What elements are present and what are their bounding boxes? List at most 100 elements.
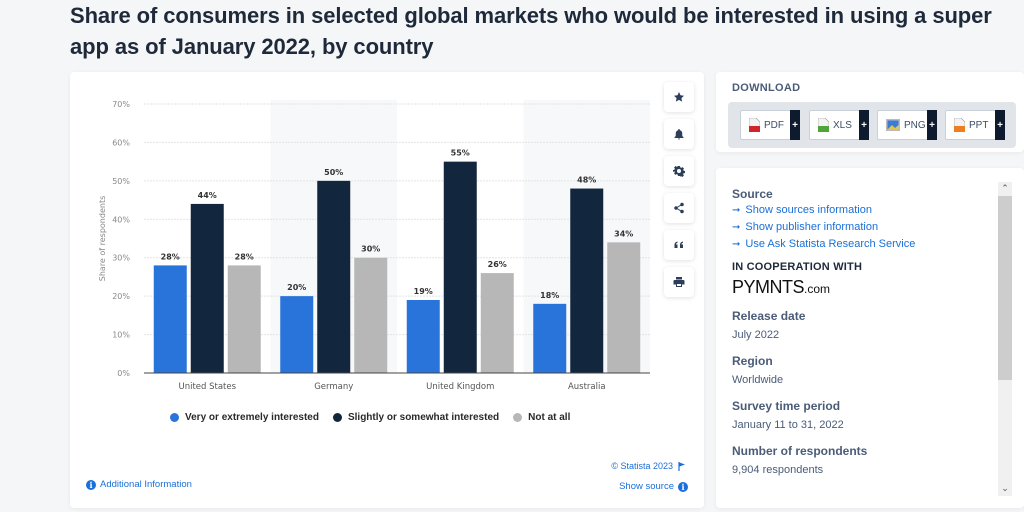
y-tick-label: 60%	[112, 138, 130, 147]
show-sources-link[interactable]: ➞ Show sources information	[732, 202, 992, 219]
data-label: 48%	[577, 176, 596, 185]
download-pdf-button[interactable]: PDF +	[740, 110, 800, 140]
bar	[570, 188, 604, 373]
download-title: DOWNLOAD	[732, 82, 801, 94]
statistic-info-panel: Source ➞ Show sources information ➞ Show…	[716, 168, 1024, 508]
bar	[190, 203, 224, 373]
plus-icon: +	[790, 110, 800, 140]
notification-button[interactable]	[664, 119, 694, 149]
x-tick-label: Germany	[314, 382, 353, 392]
release-date-value: July 2022	[732, 329, 780, 341]
settings-button[interactable]	[664, 156, 694, 186]
pdf-file-icon	[749, 118, 760, 132]
bar	[607, 242, 641, 373]
show-publisher-link[interactable]: ➞ Show publisher information	[732, 219, 992, 236]
statista-copyright-link[interactable]: © Statista 2023	[611, 461, 686, 471]
bar	[280, 296, 314, 373]
gear-icon	[673, 166, 685, 177]
y-tick-label: 30%	[112, 254, 130, 263]
data-label: 34%	[614, 229, 633, 238]
data-label: 20%	[287, 283, 306, 292]
x-tick-label: Australia	[568, 382, 606, 392]
y-tick-label: 40%	[112, 215, 130, 224]
respondents-heading: Number of respondents	[732, 444, 868, 458]
data-label: 26%	[488, 260, 507, 269]
scroll-up-icon[interactable]: ⌃	[998, 182, 1012, 196]
share-button[interactable]	[664, 193, 694, 223]
chart-legend: Very or extremely interested Slightly or…	[170, 412, 570, 423]
bar-chart: 0% 10% 20% 30% 40% 50% 60% 70% Share of responde…	[98, 100, 650, 392]
data-label: 55%	[451, 149, 470, 158]
arrow-right-icon: ➞	[732, 205, 741, 216]
bell-icon	[674, 129, 684, 140]
download-tray: PDF + XLS + PNG + PPT +	[728, 102, 1016, 148]
print-button[interactable]	[664, 267, 694, 297]
data-label: 18%	[540, 291, 559, 300]
legend-dot	[332, 413, 342, 422]
logo-suffix: .com	[804, 282, 831, 296]
legend-item-very-interested[interactable]: Very or extremely interested	[170, 412, 319, 423]
bar	[227, 265, 261, 373]
additional-information-label: Additional Information	[100, 479, 192, 490]
info-icon: i	[678, 481, 688, 492]
chart-card: 0% 10% 20% 30% 40% 50% 60% 70% Share of responde…	[70, 72, 704, 508]
logo-main: PYMNTS	[732, 277, 805, 297]
flag-icon	[678, 461, 685, 471]
page-title: Share of consumers in selected global ma…	[70, 3, 992, 59]
legend-dot	[170, 413, 179, 422]
star-icon	[674, 92, 684, 102]
region-heading: Region	[732, 354, 773, 368]
ppt-file-icon	[954, 118, 965, 132]
plus-icon: +	[859, 110, 869, 140]
y-tick-label: 10%	[112, 331, 130, 340]
info-icon: i	[86, 479, 96, 490]
scroll-down-icon[interactable]: ⌄	[998, 482, 1012, 496]
cooperation-heading: IN COOPERATION WITH	[732, 261, 863, 273]
additional-information-link[interactable]: i Additional Information	[86, 479, 192, 490]
legend-label: Slightly or somewhat interested	[347, 412, 500, 423]
bar	[354, 257, 388, 373]
data-label: 44%	[198, 191, 217, 200]
x-tick-label: United States	[178, 382, 236, 392]
legend-item-not-at-all[interactable]: Not at all	[513, 412, 570, 423]
bar	[443, 161, 477, 373]
show-source-link[interactable]: Show source i	[619, 481, 688, 492]
data-label: 28%	[235, 252, 254, 261]
y-tick-label: 0%	[117, 369, 130, 378]
ask-statista-link[interactable]: ➞ Use Ask Statista Research Service	[732, 236, 992, 253]
y-tick-label: 50%	[112, 177, 130, 186]
favorite-button[interactable]	[664, 82, 694, 112]
share-icon	[674, 202, 684, 214]
legend-item-slightly-interested[interactable]: Slightly or somewhat interested	[332, 412, 500, 423]
cite-button[interactable]	[664, 230, 694, 260]
data-label: 28%	[161, 252, 180, 261]
download-ppt-button[interactable]: PPT +	[945, 110, 1005, 140]
survey-period-value: January 11 to 31, 2022	[732, 419, 844, 431]
y-tick-label: 70%	[112, 100, 130, 109]
plus-icon: +	[995, 110, 1005, 140]
show-source-label: Show source	[619, 481, 674, 492]
x-tick-label: United Kingdom	[426, 382, 494, 392]
legend-label: Very or extremely interested	[185, 412, 319, 423]
link-label: Show sources information	[745, 204, 872, 216]
legend-dot	[513, 413, 523, 422]
survey-period-heading: Survey time period	[732, 399, 841, 413]
y-tick-label: 20%	[112, 292, 130, 301]
bar	[153, 265, 187, 373]
copyright-text: © Statista 2023	[611, 461, 673, 471]
quote-icon	[674, 241, 683, 248]
download-xls-label: XLS	[833, 119, 852, 131]
plus-icon: +	[927, 110, 937, 140]
info-scrollbar[interactable]: ⌃ ⌄	[998, 182, 1012, 496]
data-label: 50%	[324, 168, 343, 177]
data-label: 19%	[414, 287, 433, 296]
link-label: Use Ask Statista Research Service	[745, 238, 916, 250]
scroll-thumb[interactable]	[998, 196, 1012, 380]
download-png-label: PNG	[904, 119, 926, 131]
download-xls-button[interactable]: XLS +	[809, 110, 869, 140]
bar	[533, 303, 567, 373]
pymnts-logo: PYMNTS.com	[732, 274, 992, 302]
download-png-button[interactable]: PNG +	[877, 110, 937, 140]
bar	[406, 299, 440, 373]
bar	[317, 180, 351, 373]
